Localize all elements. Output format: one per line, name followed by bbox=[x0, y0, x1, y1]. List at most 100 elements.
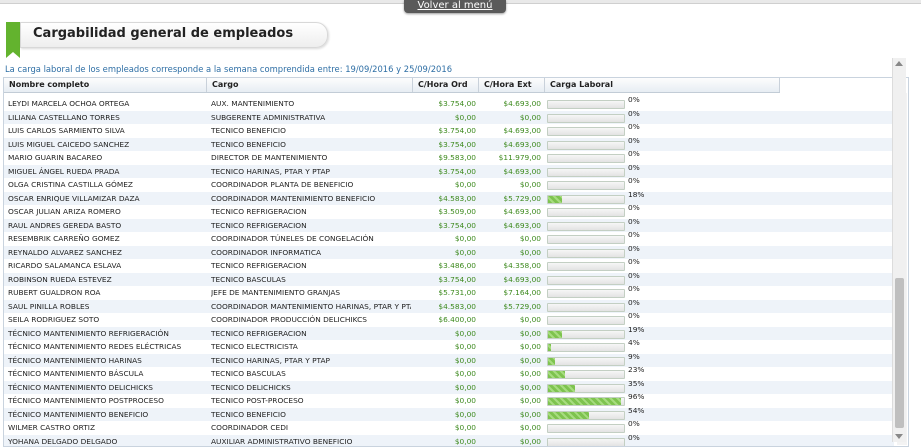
employee-name: SAUL PINILLA ROBLES bbox=[8, 300, 204, 314]
hour-cost-extra: $0,00 bbox=[474, 408, 541, 422]
table-row[interactable]: OLGA CRISTINA CASTILLA GÓMEZCOORDINADOR … bbox=[4, 178, 894, 192]
table-row[interactable]: MARIO GUARIN BACAREODIRECTOR DE MANTENIM… bbox=[4, 151, 894, 165]
table-row[interactable]: REYNALDO ALVAREZ SANCHEZCOORDINADOR INFO… bbox=[4, 246, 894, 260]
period-description: La carga laboral de los empleados corres… bbox=[5, 64, 452, 74]
back-to-menu-button[interactable]: Volver al menú bbox=[404, 0, 506, 13]
hour-cost-extra: $4.693,00 bbox=[474, 205, 541, 219]
table-row[interactable]: LUIS MIGUEL CAICEDO SANCHEZTECNICO BENEF… bbox=[4, 138, 894, 152]
employee-name: RESEMBRIK CARREÑO GOMEZ bbox=[8, 232, 204, 246]
workload-percent: 0% bbox=[628, 201, 640, 215]
table-row[interactable]: WILMER CASTRO ORTIZCOORDINADOR CEDI$0,00… bbox=[4, 421, 894, 435]
scroll-down-arrow-icon[interactable] bbox=[895, 434, 903, 439]
column-header-ext[interactable]: C/Hora Ext bbox=[479, 78, 545, 92]
page-header: Cargabilidad general de empleados bbox=[6, 20, 328, 48]
table-row[interactable]: RUBERT GUALDRON ROAJEFE DE MANTENIMIENTO… bbox=[4, 286, 894, 300]
workload-percent: 0% bbox=[628, 228, 640, 242]
workload-percent: 0% bbox=[628, 255, 640, 269]
hour-cost-extra: $0,00 bbox=[474, 394, 541, 408]
employee-cargo: TECNICO HARINAS, PTAR Y PTAP bbox=[211, 354, 411, 368]
workload-progress-bar bbox=[547, 411, 625, 420]
workload-percent: 54% bbox=[628, 404, 644, 418]
hour-cost-extra: $4.693,00 bbox=[474, 97, 541, 111]
employee-cargo: COORDINADOR MANTENIMIENTO BENEFICIO bbox=[211, 192, 411, 206]
table-row[interactable]: TÉCNICO MANTENIMIENTO HARINASTECNICO HAR… bbox=[4, 354, 894, 368]
employee-cargo: COORDINADOR TÚNELES DE CONGELACIÓN bbox=[211, 232, 411, 246]
workload-percent: 9% bbox=[628, 350, 640, 364]
table-row[interactable]: RAUL ANDRES GEREDA BASTOTECNICO REFRIGER… bbox=[4, 219, 894, 233]
column-header-cargo[interactable]: Cargo bbox=[207, 78, 413, 92]
workload-percent: 0% bbox=[628, 269, 640, 283]
table-row[interactable]: TÉCNICO MANTENIMIENTO DELICHICKSTECNICO … bbox=[4, 381, 894, 395]
hour-cost-extra: $4.693,00 bbox=[474, 273, 541, 287]
table-row[interactable]: YOHANA DELGADO DELGADO AUXILIAR ADMINISTR… bbox=[4, 435, 894, 447]
workload-progress-fill bbox=[548, 412, 589, 419]
employee-name: YOHANA DELGADO DELGADO bbox=[8, 435, 204, 447]
column-header-name[interactable]: Nombre completo bbox=[4, 78, 207, 92]
table-row[interactable]: TÉCNICO MANTENIMIENTO REFRIGERACIÓNTECNI… bbox=[4, 327, 894, 341]
workload-progress-bar bbox=[547, 141, 625, 150]
table-row[interactable]: OSCAR JULIAN ARIZA ROMEROTECNICO REFRIGE… bbox=[4, 205, 894, 219]
page-scrollbar[interactable] bbox=[892, 58, 906, 442]
employee-name: ROBINSON RUEDA ESTEVEZ bbox=[8, 273, 204, 287]
employee-cargo: TECNICO BASCULAS bbox=[211, 367, 411, 381]
employee-cargo: TECNICO REFRIGERACION bbox=[211, 205, 411, 219]
employee-name: TÉCNICO MANTENIMIENTO DELICHICKS bbox=[8, 381, 204, 395]
hour-cost-extra: $0,00 bbox=[474, 327, 541, 341]
workload-percent: 96% bbox=[628, 390, 644, 404]
table-row[interactable]: TÉCNICO MANTENIMIENTO POSTPROCESOTECNICO… bbox=[4, 394, 894, 408]
table-row[interactable]: SAUL PINILLA ROBLESCOORDINADOR MANTENIMI… bbox=[4, 300, 894, 314]
hour-cost-extra: $0,00 bbox=[474, 246, 541, 260]
employee-cargo: TECNICO ELECTRICISTA bbox=[211, 340, 411, 354]
workload-percent: 0% bbox=[628, 431, 640, 445]
table-row[interactable]: RICARDO SALAMANCA ESLAVATECNICO REFRIGER… bbox=[4, 259, 894, 273]
workload-percent: 0% bbox=[628, 134, 640, 148]
hour-cost-ordinary: $0,00 bbox=[404, 340, 476, 354]
table-row[interactable]: TÉCNICO MANTENIMIENTO BENEFICIOTECNICO B… bbox=[4, 408, 894, 422]
employee-name: SEILA RODRIGUEZ SOTO bbox=[8, 313, 204, 327]
hour-cost-ordinary: $0,00 bbox=[404, 327, 476, 341]
workload-percent: 0% bbox=[628, 93, 640, 107]
table-row[interactable]: LILIANA CASTELLANO TORRESSUBGERENTE ADMI… bbox=[4, 111, 894, 125]
workload-progress-bar bbox=[547, 316, 625, 325]
column-header-ord[interactable]: C/Hora Ord bbox=[413, 78, 479, 92]
workload-progress-bar bbox=[547, 330, 625, 339]
employee-cargo: SUBGERENTE ADMINISTRATIVA bbox=[211, 111, 411, 125]
table-row[interactable]: MIGUEL ÁNGEL RUEDA PRADATECNICO HARINAS,… bbox=[4, 165, 894, 179]
workload-progress-bar bbox=[547, 343, 625, 352]
table-row[interactable]: TÉCNICO MANTENIMIENTO REDES ELÉCTRICASTE… bbox=[4, 340, 894, 354]
hour-cost-extra: $4.693,00 bbox=[474, 165, 541, 179]
employee-cargo: AUXILIAR ADMINISTRATIVO BENEFICIO bbox=[211, 435, 411, 447]
hour-cost-extra: $4.693,00 bbox=[474, 138, 541, 152]
employee-name: OLGA CRISTINA CASTILLA GÓMEZ bbox=[8, 178, 204, 192]
hour-cost-ordinary: $6.400,00 bbox=[404, 313, 476, 327]
table-row[interactable]: TÉCNICO MANTENIMIENTO BÁSCULA TECNICO BAS… bbox=[4, 367, 894, 381]
employee-name: TÉCNICO MANTENIMIENTO POSTPROCESO bbox=[8, 394, 204, 408]
employee-cargo: JEFE DE MANTENIMIENTO GRANJAS bbox=[211, 286, 411, 300]
employee-cargo: TECNICO BASCULAS bbox=[211, 273, 411, 287]
employee-cargo: AUX. MANTENIMIENTO bbox=[211, 97, 411, 111]
table-row[interactable]: SEILA RODRIGUEZ SOTOCOORDINADOR PRODUCCI… bbox=[4, 313, 894, 327]
workload-percent: 0% bbox=[628, 296, 640, 310]
workload-progress-bar bbox=[547, 181, 625, 190]
hour-cost-ordinary: $0,00 bbox=[404, 246, 476, 260]
column-header-load[interactable]: Carga Laboral bbox=[545, 78, 780, 92]
table-row[interactable]: LEYDI MARCELA OCHOA ORTEGAAUX. MANTENIMI… bbox=[4, 97, 894, 111]
table-row[interactable]: OSCAR ENRIQUE VILLAMIZAR DAZACOORDINADOR… bbox=[4, 192, 894, 206]
hour-cost-extra: $0,00 bbox=[474, 381, 541, 395]
employee-cargo: TECNICO BENEFICIO bbox=[211, 408, 411, 422]
table-row[interactable]: LUIS CARLOS SARMIENTO SILVATECNICO BENEF… bbox=[4, 124, 894, 138]
employee-name: TÉCNICO MANTENIMIENTO BÁSCULA bbox=[8, 367, 204, 381]
workload-progress-bar bbox=[547, 289, 625, 298]
table-row[interactable]: RESEMBRIK CARREÑO GOMEZ COORDINADOR TÚNEL… bbox=[4, 232, 894, 246]
employee-name: REYNALDO ALVAREZ SANCHEZ bbox=[8, 246, 204, 260]
scroll-up-arrow-icon[interactable] bbox=[895, 61, 903, 66]
hour-cost-ordinary: $3.509,00 bbox=[404, 205, 476, 219]
workload-progress-fill bbox=[548, 344, 551, 351]
employee-cargo: TECNICO REFRIGERACION bbox=[211, 327, 411, 341]
employee-cargo: TECNICO BENEFICIO bbox=[211, 124, 411, 138]
table-row[interactable]: ROBINSON RUEDA ESTEVEZTECNICO BASCULAS$3… bbox=[4, 273, 894, 287]
workload-progress-fill bbox=[548, 196, 562, 203]
page-scrollbar-thumb[interactable] bbox=[895, 278, 904, 428]
workload-progress-bar bbox=[547, 195, 625, 204]
hour-cost-extra: $0,00 bbox=[474, 313, 541, 327]
